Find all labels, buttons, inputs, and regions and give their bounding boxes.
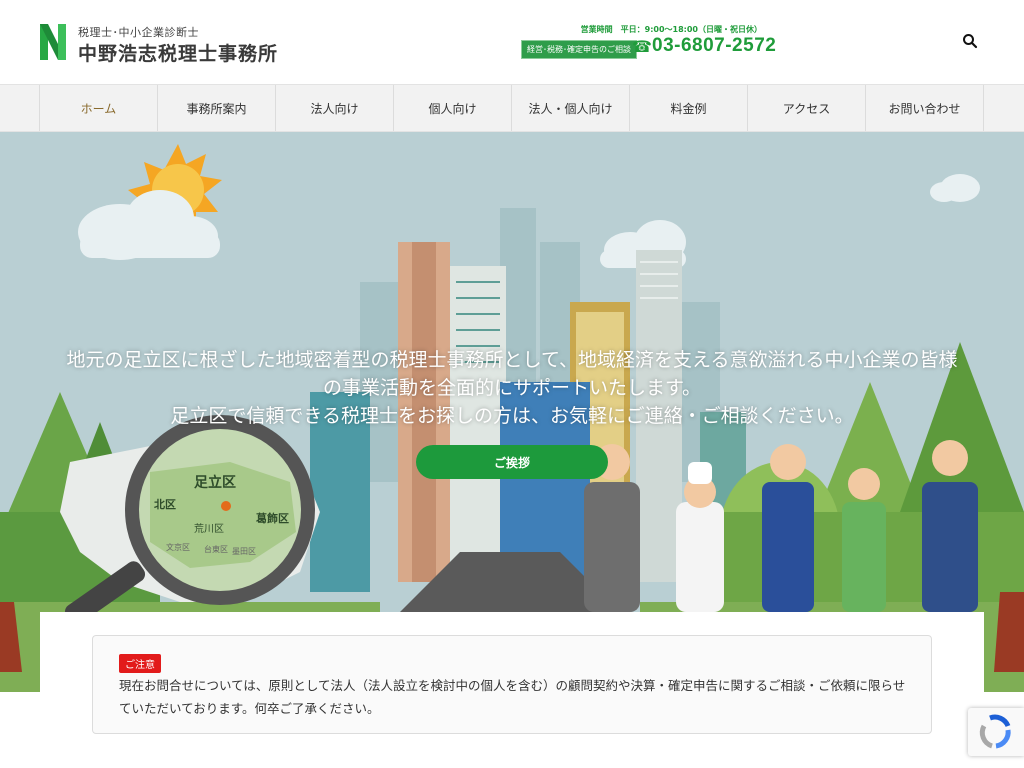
greeting-button[interactable]: ご挨拶 xyxy=(416,445,608,479)
recaptcha-badge[interactable] xyxy=(968,708,1024,756)
nav-item-contact[interactable]: お問い合わせ xyxy=(866,85,984,131)
consult-tag: 経営･税務･確定申告のご相談 xyxy=(521,40,637,59)
nav-item-access[interactable]: アクセス xyxy=(748,85,866,131)
map-label-adachi: 足立区 xyxy=(194,475,236,491)
nav-list: ホーム 事務所案内 法人向け 個人向け 法人・個人向け 料金例 アクセス お問い… xyxy=(39,85,984,131)
notice-badge: ご注意 xyxy=(119,654,161,673)
map-label-sumida: 墨田区 xyxy=(232,547,256,556)
logo-n-icon xyxy=(40,24,66,60)
nav-item-fees[interactable]: 料金例 xyxy=(630,85,748,131)
phone-icon: ☎ xyxy=(632,37,652,56)
map-label-bunkyo: 文京区 xyxy=(166,543,190,552)
hero-line: 足立区で信頼できる税理士をお探しの方は、お気軽にご連絡・ご相談ください。 xyxy=(170,405,854,427)
nav-item-home[interactable]: ホーム xyxy=(40,85,158,131)
search-icon[interactable] xyxy=(962,33,978,49)
logo-title: 中野浩志税理士事務所 xyxy=(78,43,279,65)
map-label-kita: 北区 xyxy=(154,498,176,511)
nav-item-individual[interactable]: 個人向け xyxy=(394,85,512,131)
recaptcha-icon xyxy=(979,714,1011,749)
notice-box: ご注意 現在お問合せについては、原則として法人（法人設立を検討中の個人を含む）の… xyxy=(92,635,932,734)
notice-text: 現在お問合せについては、原則として法人（法人設立を検討中の個人を含む）の顧問契約… xyxy=(119,678,906,716)
phone-number[interactable]: 03-6807-2572 xyxy=(652,35,776,57)
hero-line: 地元の足立区に根ざした地域密着型の税理士事務所として、地域経済を支える意欲溢れる… xyxy=(66,349,958,371)
map-label-arakawa: 荒川区 xyxy=(194,524,224,535)
hero-line: の事業活動を全面的にサポートいたします。 xyxy=(322,377,702,399)
site-header: 税理士･中小企業診断士 中野浩志税理士事務所 営業時間 平日：9:00〜18:0… xyxy=(0,0,1024,84)
nav-item-office[interactable]: 事務所案内 xyxy=(158,85,276,131)
map-label-katsushika: 葛飾区 xyxy=(256,512,289,525)
logo-subtitle: 税理士･中小企業診断士 xyxy=(78,26,199,39)
hero-message: 地元の足立区に根ざした地域密着型の税理士事務所として、地域経済を支える意欲溢れる… xyxy=(0,346,1024,430)
hero-section: 足立区 北区 荒川区 葛飾区 文京区 台東区 墨田区 地元の足立区に根ざした地域… xyxy=(0,132,1024,692)
nav-item-corporate-individual[interactable]: 法人・個人向け xyxy=(512,85,630,131)
global-nav: ホーム 事務所案内 法人向け 個人向け 法人・個人向け 料金例 アクセス お問い… xyxy=(0,84,1024,132)
contact-info: 営業時間 平日：9:00〜18:00（日曜・祝日休） 経営･税務･確定申告のご相… xyxy=(520,24,776,60)
site-logo[interactable]: 税理士･中小企業診断士 中野浩志税理士事務所 xyxy=(38,22,298,66)
business-hours: 営業時間 平日：9:00〜18:00（日曜・祝日休） xyxy=(580,25,762,34)
nav-item-corporate[interactable]: 法人向け xyxy=(276,85,394,131)
map-label-taito: 台東区 xyxy=(204,545,228,554)
